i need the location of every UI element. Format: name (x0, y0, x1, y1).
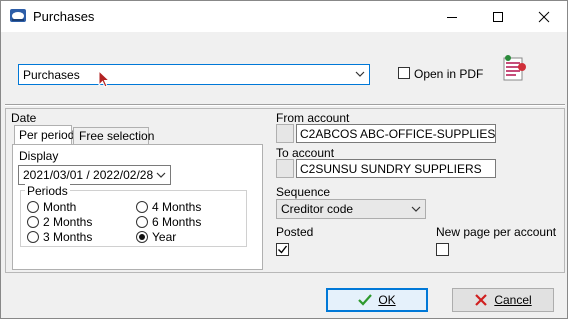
radio-4-months-label: 4 Months (152, 200, 202, 214)
tab-per-period-label: Per period (19, 128, 75, 142)
to-account-lookup-button[interactable] (276, 159, 294, 178)
radio-3-months-label: 3 Months (43, 230, 93, 244)
tab-free-selection-label: Free selection (79, 129, 155, 143)
close-icon (538, 11, 550, 22)
sequence-select[interactable]: Creditor code (276, 199, 426, 219)
cancel-button[interactable]: Cancel (452, 288, 554, 312)
to-account-label: To account (276, 146, 335, 160)
report-select-value: Purchases (23, 68, 80, 82)
from-account-field[interactable]: C2ABCOS ABC-OFFICE-SUPPLIES (296, 124, 496, 143)
new-page-label: New page per account (436, 225, 557, 239)
title-bar: Purchases (1, 1, 567, 32)
radio-6-months-label: 6 Months (152, 215, 202, 229)
separator-highlight (5, 105, 565, 106)
radio-3-months[interactable] (27, 231, 39, 243)
radio-month-label: Month (43, 200, 77, 214)
open-in-pdf-label: Open in PDF (414, 67, 484, 81)
minimize-icon (447, 16, 457, 18)
new-page-checkbox[interactable] (436, 243, 449, 256)
ok-button[interactable]: OK (326, 288, 428, 312)
open-in-pdf-checkbox[interactable] (398, 67, 410, 79)
to-account-value: C2SUNSU SUNDRY SUPPLIERS (300, 162, 482, 176)
mouse-cursor-icon (98, 70, 111, 88)
display-label: Display (19, 149, 59, 163)
minimize-button[interactable] (429, 1, 475, 32)
chevron-down-icon (156, 172, 166, 178)
window-title: Purchases (33, 9, 95, 24)
posted-label: Posted (276, 225, 314, 239)
radio-6-months[interactable] (136, 216, 148, 228)
from-account-value: C2ABCOS ABC-OFFICE-SUPPLIES (300, 127, 496, 141)
radio-4-months[interactable] (136, 201, 148, 213)
report-document-icon (503, 55, 526, 81)
tab-free-selection[interactable]: Free selection (73, 127, 154, 144)
app-icon (9, 8, 27, 24)
purchases-dialog: Purchases Purchases Open in PDF Date Per… (0, 0, 568, 319)
chevron-down-icon (411, 206, 421, 212)
report-icon[interactable] (501, 53, 529, 83)
from-account-lookup-button[interactable] (276, 124, 294, 143)
radio-2-months[interactable] (27, 216, 39, 228)
radio-year-label: Year (152, 230, 177, 244)
posted-checkbox[interactable] (276, 243, 289, 256)
display-select-value: 2021/03/01 / 2022/02/28 (23, 168, 154, 182)
date-label: Date (11, 111, 37, 125)
sequence-label: Sequence (276, 185, 331, 199)
display-select[interactable]: 2021/03/01 / 2022/02/28 (18, 165, 171, 185)
report-select[interactable]: Purchases (18, 64, 370, 85)
maximize-icon (493, 11, 503, 22)
maximize-button[interactable] (475, 1, 521, 32)
close-button[interactable] (521, 1, 567, 32)
cancel-x-icon (475, 294, 488, 306)
to-account-field[interactable]: C2SUNSU SUNDRY SUPPLIERS (296, 159, 496, 178)
sequence-select-value: Creditor code (281, 202, 354, 216)
radio-year[interactable] (136, 231, 148, 243)
tab-per-period[interactable]: Per period (14, 125, 75, 144)
checkmark-icon (358, 294, 373, 306)
radio-2-months-label: 2 Months (43, 215, 93, 229)
checkmark-icon (278, 245, 288, 254)
ok-button-label: OK (378, 293, 396, 307)
chevron-down-icon (355, 71, 365, 77)
periods-label: Periods (25, 184, 70, 198)
cancel-button-label: Cancel (494, 293, 532, 307)
from-account-label: From account (276, 111, 350, 125)
radio-month[interactable] (27, 201, 39, 213)
